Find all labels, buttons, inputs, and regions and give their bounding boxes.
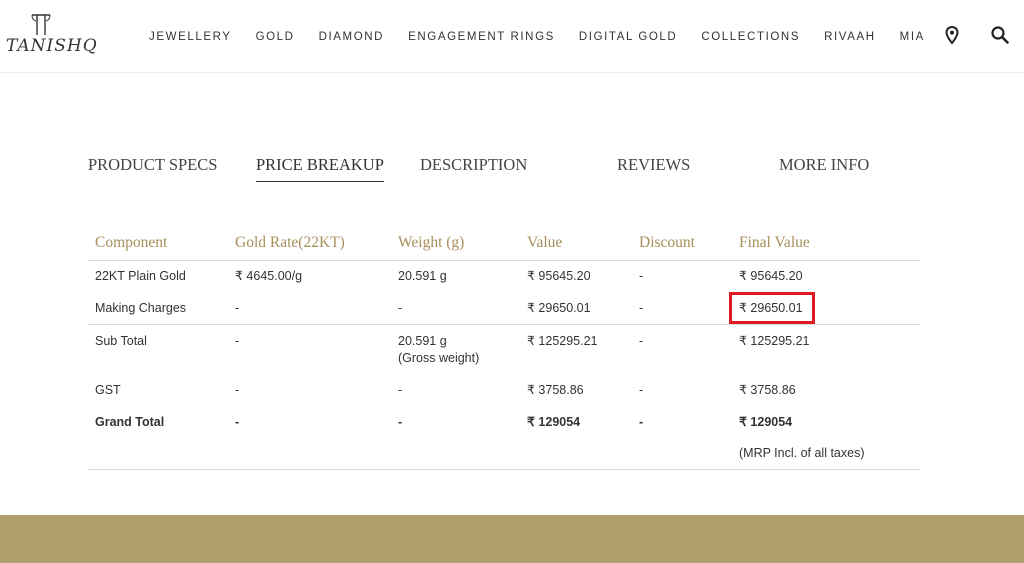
highlight-box xyxy=(729,292,815,324)
table-cell-final-value: ₹ 95645.20 xyxy=(739,269,803,283)
tab-product-specs[interactable]: PRODUCT SPECS xyxy=(88,155,217,181)
footer-band xyxy=(0,515,1024,563)
table-cell-discount: - xyxy=(639,415,644,429)
table-cell-component: Making Charges xyxy=(95,301,187,315)
table-cell-gold-rate: ₹ 4645.00/g xyxy=(235,269,303,283)
table-cell-weight: - xyxy=(398,383,403,397)
table-cell-weight-note: (Gross weight) xyxy=(398,351,480,365)
table-cell-discount: - xyxy=(639,383,644,397)
header-value: Value xyxy=(527,234,563,251)
table-cell-value: ₹ 3758.86 xyxy=(527,383,584,397)
header-weight: Weight (g) xyxy=(398,234,465,251)
table-cell-final-value: ₹ 129054 xyxy=(739,415,793,429)
map-pin-icon[interactable] xyxy=(942,25,962,45)
table-cell-discount: - xyxy=(639,334,644,348)
table-cell-value: ₹ 29650.01 xyxy=(527,301,591,315)
table-cell-final-value: ₹ 125295.21 xyxy=(739,334,810,348)
logo-mark-icon xyxy=(31,14,51,35)
table-cell-value: ₹ 129054 xyxy=(527,415,581,429)
table-bottom-divider xyxy=(88,469,921,470)
nav-item-rivaah[interactable]: RIVAAH xyxy=(824,31,876,43)
table-cell-weight: - xyxy=(398,301,403,315)
tab-reviews[interactable]: REVIEWS xyxy=(617,155,690,181)
tab-more-info[interactable]: MORE INFO xyxy=(779,155,869,181)
table-cell-weight: - xyxy=(398,415,403,429)
mrp-note: (MRP Incl. of all taxes) xyxy=(739,446,865,460)
table-cell-discount: - xyxy=(639,301,644,315)
table-cell-component: Sub Total xyxy=(95,334,147,348)
table-cell-gold-rate: - xyxy=(235,383,240,397)
nav-item-mia[interactable]: MIA xyxy=(900,31,925,43)
search-icon[interactable] xyxy=(990,25,1010,45)
header-component: Component xyxy=(95,234,168,251)
site-header: TANISHQ JEWELLERY GOLD DIAMOND ENGAGEMEN… xyxy=(0,0,1024,73)
table-cell-component: 22KT Plain Gold xyxy=(95,269,186,283)
table-cell-value: ₹ 95645.20 xyxy=(527,269,591,283)
table-cell-value: ₹ 125295.21 xyxy=(527,334,598,348)
tanishq-logo[interactable]: TANISHQ xyxy=(6,12,97,58)
table-cell-gold-rate: - xyxy=(235,415,240,429)
header-divider xyxy=(88,260,921,261)
nav-item-jewellery[interactable]: JEWELLERY xyxy=(149,31,232,43)
header-final-value: Final Value xyxy=(739,234,810,251)
table-cell-gold-rate: - xyxy=(235,334,240,348)
table-cell-final-value: ₹ 3758.86 xyxy=(739,383,796,397)
nav-item-gold[interactable]: GOLD xyxy=(256,31,295,43)
subtotal-divider xyxy=(88,324,921,325)
table-cell-discount: - xyxy=(639,269,644,283)
table-cell-component: GST xyxy=(95,383,121,397)
tab-price-breakup[interactable]: PRICE BREAKUP xyxy=(256,155,384,182)
nav-item-collections[interactable]: COLLECTIONS xyxy=(701,31,800,43)
tab-description[interactable]: DESCRIPTION xyxy=(420,155,527,181)
table-cell-component: Grand Total xyxy=(95,415,165,429)
main-nav: JEWELLERY GOLD DIAMOND ENGAGEMENT RINGS … xyxy=(137,31,949,43)
nav-item-diamond[interactable]: DIAMOND xyxy=(319,31,385,43)
product-tabs: PRODUCT SPECS PRICE BREAKUP DESCRIPTION … xyxy=(0,150,1024,182)
nav-item-engagement-rings[interactable]: ENGAGEMENT RINGS xyxy=(408,31,555,43)
table-cell-weight: 20.591 g xyxy=(398,269,447,283)
header-gold-rate: Gold Rate(22KT) xyxy=(235,234,345,251)
logo-text: TANISHQ xyxy=(6,36,98,56)
table-cell-gold-rate: - xyxy=(235,301,240,315)
table-cell-weight: 20.591 g xyxy=(398,334,447,348)
header-discount: Discount xyxy=(639,234,695,251)
nav-item-digital-gold[interactable]: DIGITAL GOLD xyxy=(579,31,677,43)
